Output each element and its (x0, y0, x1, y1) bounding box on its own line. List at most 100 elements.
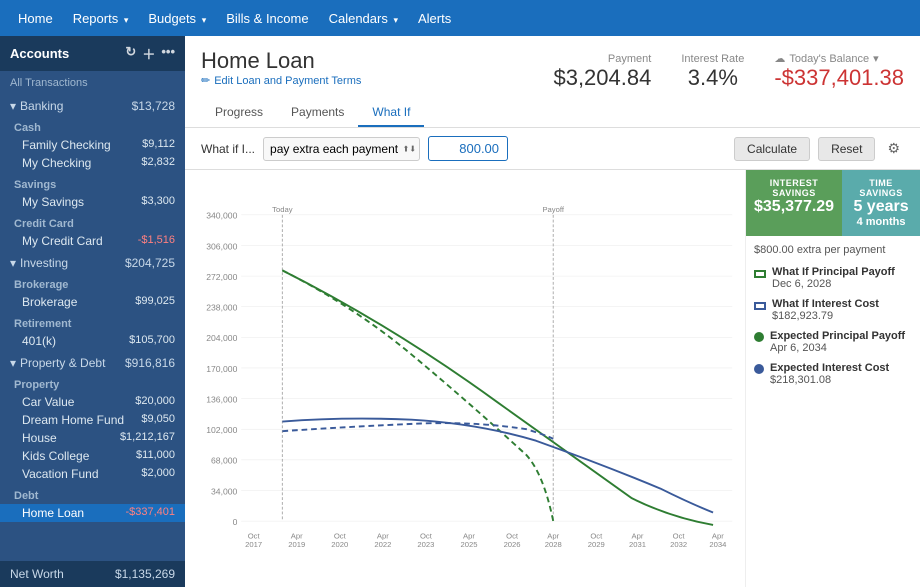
svg-text:2019: 2019 (288, 540, 305, 549)
sidebar-item-kids-college[interactable]: Kids College $11,000 (0, 447, 185, 465)
refresh-icon[interactable]: ↻ (125, 44, 136, 63)
expected-interest-title: Expected Interest Cost (770, 362, 889, 374)
cloud-icon: ☁ (774, 52, 785, 65)
page-title-section: Home Loan ✏ Edit Loan and Payment Terms (201, 48, 361, 95)
nav-alerts[interactable]: Alerts (408, 5, 461, 32)
expected-principal-subtitle: Apr 6, 2034 (770, 342, 905, 354)
sidebar-item-my-checking[interactable]: My Checking $2,832 (0, 154, 185, 172)
budgets-dropdown-arrow: ▾ (202, 15, 207, 25)
property-debt-amount: $916,816 (125, 356, 175, 370)
payment-value: $3,204.84 (553, 65, 651, 91)
whatif-interest-subtitle: $182,923.79 (772, 310, 879, 322)
brokerage-amount: $99,025 (135, 295, 175, 309)
chevron-down-icon[interactable]: ▾ (873, 52, 879, 65)
interest-savings-value: $35,377.29 (754, 198, 834, 216)
sidebar-group-property-debt[interactable]: ▾Property & Debt $916,816 (0, 352, 185, 374)
expected-interest-text: Expected Interest Cost $218,301.08 (770, 362, 889, 386)
reset-button[interactable]: Reset (818, 137, 875, 161)
balance-value: -$337,401.38 (774, 65, 904, 91)
banking-label: Banking (20, 99, 63, 113)
whatif-select[interactable]: pay extra each payment pay extra each ye… (263, 137, 420, 161)
sidebar-item-vacation-fund[interactable]: Vacation Fund $2,000 (0, 465, 185, 483)
calendars-dropdown-arrow: ▾ (393, 15, 398, 25)
banking-amount: $13,728 (132, 99, 175, 113)
calculate-button[interactable]: Calculate (734, 137, 810, 161)
top-navigation: Home Reports ▾ Budgets ▾ Bills & Income … (0, 0, 920, 36)
property-group: Property Car Value $20,000 Dream Home Fu… (0, 374, 185, 485)
svg-text:2029: 2029 (588, 540, 605, 549)
whatif-principal-subtitle: Dec 6, 2028 (772, 278, 895, 290)
add-account-icon[interactable]: ＋ (142, 44, 155, 63)
nav-budgets[interactable]: Budgets ▾ (138, 5, 216, 32)
banking-credit-group: Credit Card My Credit Card -$1,516 (0, 213, 185, 252)
whatif-amount-input[interactable] (428, 136, 508, 161)
settings-icon[interactable]: ⚙ (883, 136, 904, 161)
time-savings-box: TIME SAVINGS 5 years 4 months (842, 170, 920, 236)
tab-payments[interactable]: Payments (277, 99, 358, 127)
savings-label: Savings (0, 176, 185, 193)
edit-loan-link[interactable]: ✏ Edit Loan and Payment Terms (201, 74, 361, 87)
main-content: Home Loan ✏ Edit Loan and Payment Terms … (185, 36, 920, 587)
payment-info: Payment $3,204.84 Interest Rate 3.4% ☁ T… (553, 52, 904, 91)
svg-text:68,000: 68,000 (211, 456, 238, 466)
svg-text:170,000: 170,000 (206, 364, 237, 374)
sidebar-item-home-loan[interactable]: Home Loan -$337,401 (0, 504, 185, 522)
interest-rate-label: Interest Rate (681, 53, 744, 65)
whatif-principal-text: What If Principal Payoff Dec 6, 2028 (772, 266, 895, 290)
net-worth-bar: Net Worth $1,135,269 (0, 561, 185, 587)
sidebar-group-banking[interactable]: ▾Banking $13,728 (0, 95, 185, 117)
sidebar-item-dream-home[interactable]: Dream Home Fund $9,050 (0, 411, 185, 429)
svg-text:0: 0 (233, 517, 238, 527)
dream-home-label: Dream Home Fund (22, 413, 124, 427)
sidebar-group-investing[interactable]: ▾Investing $204,725 (0, 252, 185, 274)
svg-text:Apr: Apr (632, 531, 644, 540)
svg-text:238,000: 238,000 (206, 303, 237, 313)
svg-text:Apr: Apr (291, 531, 303, 540)
chart-wrapper: 340,000 306,000 272,000 238,000 204,000 … (185, 170, 920, 587)
tab-whatif[interactable]: What If (358, 99, 424, 127)
my-savings-amount: $3,300 (141, 195, 175, 209)
balance-block: ☁ Today's Balance ▾ -$337,401.38 (774, 52, 904, 91)
sidebar-item-house[interactable]: House $1,212,167 (0, 429, 185, 447)
nav-bills-income[interactable]: Bills & Income (216, 5, 318, 32)
legend-whatif-interest: What If Interest Cost $182,923.79 (746, 298, 920, 322)
chart-side-panel: INTEREST SAVINGS $35,377.29 TIME SAVINGS… (745, 170, 920, 587)
svg-text:272,000: 272,000 (206, 272, 237, 282)
tab-progress[interactable]: Progress (201, 99, 277, 127)
time-savings-value: 5 years (850, 198, 912, 216)
property-label: Property (0, 376, 185, 393)
svg-text:2032: 2032 (670, 540, 687, 549)
debt-label: Debt (0, 487, 185, 504)
interest-savings-box: INTEREST SAVINGS $35,377.29 (746, 170, 842, 236)
banking-cash-group: Cash Family Checking $9,112 My Checking … (0, 117, 185, 174)
sidebar-item-family-checking[interactable]: Family Checking $9,112 (0, 136, 185, 154)
balance-label: ☁ Today's Balance ▾ (774, 52, 904, 65)
sidebar-item-my-savings[interactable]: My Savings $3,300 (0, 193, 185, 211)
family-checking-label: Family Checking (22, 138, 111, 152)
svg-text:34,000: 34,000 (211, 486, 238, 496)
sidebar-item-car-value[interactable]: Car Value $20,000 (0, 393, 185, 411)
svg-text:2025: 2025 (461, 540, 478, 549)
expected-principal-title: Expected Principal Payoff (770, 330, 905, 342)
house-amount: $1,212,167 (120, 431, 175, 445)
vacation-fund-amount: $2,000 (141, 467, 175, 481)
svg-text:2034: 2034 (709, 540, 727, 549)
more-options-icon[interactable]: ••• (161, 44, 175, 63)
interest-rate-value: 3.4% (681, 65, 744, 91)
sidebar-item-401k[interactable]: 401(k) $105,700 (0, 332, 185, 350)
nav-home[interactable]: Home (8, 5, 63, 32)
sidebar-item-my-credit-card[interactable]: My Credit Card -$1,516 (0, 232, 185, 250)
nav-reports[interactable]: Reports ▾ (63, 5, 139, 32)
debt-group: Debt Home Loan -$337,401 (0, 485, 185, 524)
my-credit-card-label: My Credit Card (22, 234, 103, 248)
svg-text:Oct: Oct (334, 531, 347, 540)
brokerage-group: Brokerage Brokerage $99,025 (0, 274, 185, 313)
edit-pencil-icon: ✏ (201, 74, 210, 87)
sidebar-item-brokerage[interactable]: Brokerage $99,025 (0, 293, 185, 311)
sidebar: Accounts ↻ ＋ ••• All Transactions ▾Banki… (0, 36, 185, 587)
all-transactions-link[interactable]: All Transactions (0, 71, 185, 95)
svg-text:2020: 2020 (331, 540, 348, 549)
whatif-label: What if I... (201, 142, 255, 156)
nav-calendars[interactable]: Calendars ▾ (319, 5, 408, 32)
svg-text:136,000: 136,000 (206, 394, 237, 404)
